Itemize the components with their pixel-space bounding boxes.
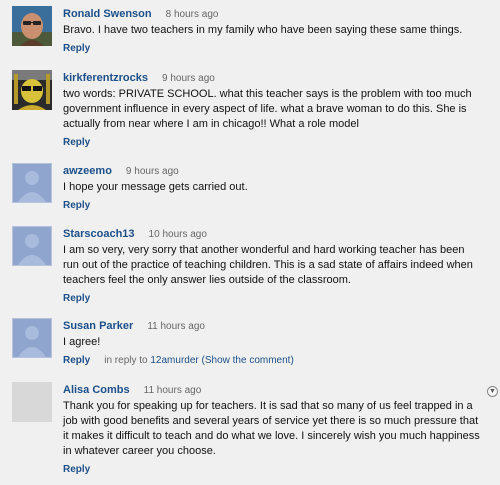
reply-button[interactable]: Reply (63, 200, 90, 211)
reply-button[interactable]: Reply (63, 464, 90, 475)
comment-author[interactable]: Susan Parker (63, 320, 133, 332)
show-comment-link[interactable]: (Show the comment) (202, 355, 294, 366)
comment-time: 10 hours ago (148, 229, 207, 240)
avatar[interactable] (12, 318, 52, 358)
avatar[interactable] (12, 163, 52, 203)
comment-time: 11 hours ago (143, 385, 202, 396)
default-avatar-icon (18, 171, 46, 202)
in-reply-user-link[interactable]: 12amurder (150, 355, 198, 366)
avatar[interactable] (12, 70, 52, 110)
comment-time: 8 hours ago (165, 9, 219, 20)
in-reply-to: in reply to 12amurder (Show the comment) (104, 355, 294, 366)
comment-author[interactable]: awzeemo (63, 165, 112, 177)
chevron-down-icon[interactable]: ▼ (487, 386, 498, 397)
reply-button[interactable]: Reply (63, 137, 90, 148)
comment-time: 11 hours ago (147, 321, 205, 332)
default-avatar-icon (18, 234, 46, 265)
reply-button[interactable]: Reply (63, 355, 90, 366)
comment-text: two words: PRIVATE SCHOOL. what this tea… (63, 88, 472, 130)
comment-author[interactable]: Alisa Combs (63, 384, 130, 396)
comment-text: I am so very, very sorry that another wo… (63, 244, 473, 286)
avatar[interactable] (12, 6, 52, 46)
comment-time: 9 hours ago (162, 73, 215, 84)
reply-button[interactable]: Reply (63, 293, 90, 304)
avatar[interactable] (12, 382, 52, 422)
in-reply-prefix: in reply to (104, 355, 148, 366)
comment-feed: Ronald Swenson 8 hours ago Bravo. I have … (0, 0, 500, 485)
comment-author[interactable]: Ronald Swenson (63, 8, 152, 20)
comment-text: Thank you for speaking up for teachers. … (63, 400, 480, 457)
comment-text: I agree! (63, 336, 101, 348)
comment-text: I hope your message gets carried out. (63, 181, 248, 193)
comment-author[interactable]: Starscoach13 (63, 228, 135, 240)
comment-text: Bravo. I have two teachers in my family … (63, 24, 463, 36)
avatar[interactable] (12, 226, 52, 266)
reply-button[interactable]: Reply (63, 43, 90, 54)
user-photo-icon (12, 6, 52, 46)
user-photo-icon (12, 70, 52, 110)
comment-time: 9 hours ago (125, 166, 179, 177)
comment-author[interactable]: kirkferentzrocks (63, 72, 148, 84)
default-avatar-icon (18, 326, 46, 357)
